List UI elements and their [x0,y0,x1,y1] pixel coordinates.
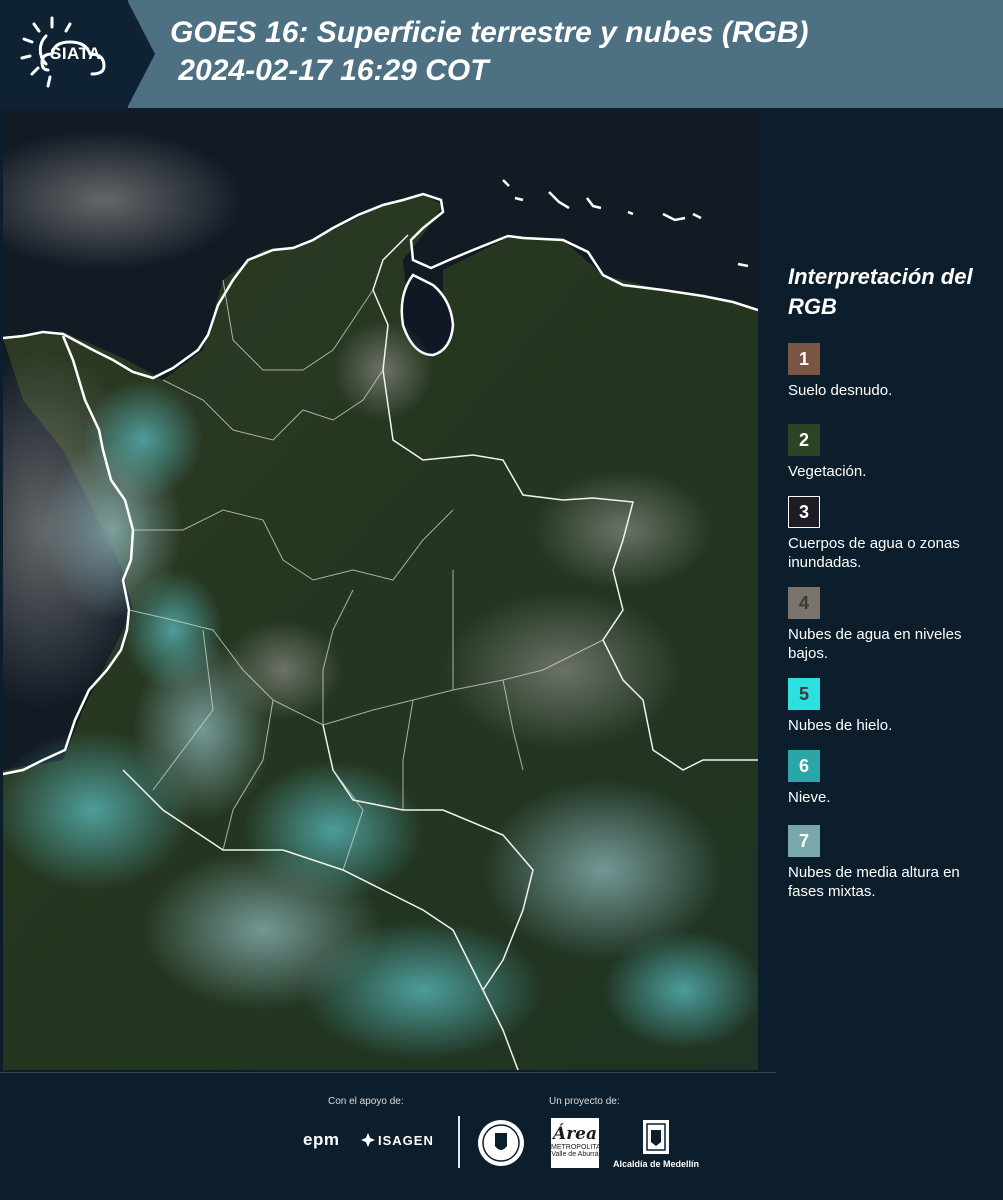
support-label: Con el apoyo de: [328,1096,404,1107]
legend-item: 6 Nieve. [788,750,998,807]
legend-label: Vegetación. [788,463,867,480]
isagen-logo-icon [361,1133,375,1147]
legend-swatch: 3 [788,496,820,528]
title-line-2: 2024-02-17 16:29 COT [170,54,489,87]
legend-swatch: 6 [788,750,820,782]
legend-item: 7 Nubes de media altura en fases mixtas. [788,825,998,901]
isagen-logo: ISAGEN [378,1133,434,1148]
epm-logo: epm [303,1130,340,1149]
area-logo-title: Área [553,1124,597,1144]
logo-arrow-shape [127,0,155,108]
legend-item: 2 Vegetación. [788,424,998,481]
legend-item: 3 Cuerpos de agua o zonas inundadas. [788,496,998,572]
header-bar: SIATA GOES 16: Superficie terrestre y nu… [0,0,1003,108]
alcaldia-shield-icon [643,1120,669,1154]
satellite-map[interactable] [3,110,758,1070]
legend-swatch: 1 [788,343,820,375]
legend-item: 5 Nubes de hielo. [788,678,998,735]
legend-item: 4 Nubes de agua en niveles bajos. [788,587,998,663]
title-line-1: GOES 16: Superficie terrestre y nubes (R… [170,16,809,49]
footer-vertical-divider [458,1116,460,1168]
legend-swatch: 5 [788,678,820,710]
legend-label: Cuerpos de agua o zonas inundadas. [788,535,960,571]
logo-text: SIATA [50,44,101,63]
footer-divider-line [0,1072,776,1073]
area-logo-subtitle: METROPOLITANA Valle de Aburrá [551,1144,611,1158]
legend-swatch: 7 [788,825,820,857]
project-label: Un proyecto de: [549,1096,620,1107]
legend-swatch: 2 [788,424,820,456]
legend-label: Nubes de hielo. [788,717,893,734]
legend-panel: Interpretación del RGB 1 Suelo desnudo. 2 V… [760,110,1003,1070]
legend-label: Suelo desnudo. [788,382,893,399]
satellite-image [3,110,758,1070]
page-title: GOES 16: Superficie terrestre y nubes (R… [170,14,809,90]
legend-title: Interpretación del RGB [788,264,973,319]
medellin-seal-icon [478,1120,524,1166]
legend-swatch: 4 [788,587,820,619]
footer: Con el apoyo de: Un proyecto de: epm ISA… [0,1072,1003,1200]
legend-label: Nubes de media altura en fases mixtas. [788,864,960,900]
area-metropolitana-logo: Área METROPOLITANA Valle de Aburrá [551,1118,610,1168]
legend-item: 1 Suelo desnudo. [788,343,998,400]
legend-label: Nieve. [788,789,831,806]
alcaldia-logo-text: Alcaldía de Medellín [613,1159,700,1169]
legend-label: Nubes de agua en niveles bajos. [788,626,962,662]
